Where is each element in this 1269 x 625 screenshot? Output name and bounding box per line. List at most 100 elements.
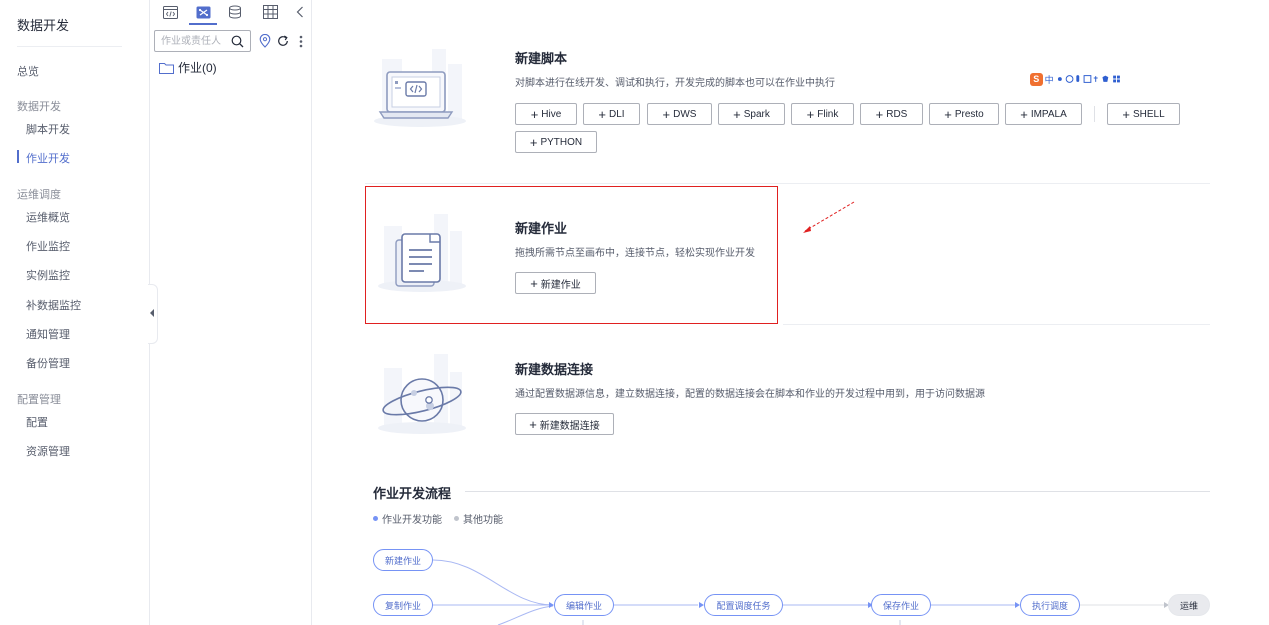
legend-main-label: 作业开发功能 (382, 515, 442, 526)
plus-icon: + (530, 275, 538, 291)
plus-icon: + (944, 106, 952, 122)
tree-tab-script[interactable] (158, 3, 182, 21)
tree-node-jobs[interactable]: 作业(0) (159, 59, 217, 76)
new-python-script-button[interactable]: + PYTHON (515, 131, 597, 153)
flow-node-new-job[interactable]: 新建作业 (373, 549, 433, 571)
section-divider (365, 183, 1210, 184)
plus-icon: + (530, 106, 539, 122)
tree-node-label: 作业(0) (178, 61, 217, 75)
ime-logo[interactable]: S (1030, 72, 1043, 86)
script-card-title: 新建脚本 (515, 51, 568, 66)
left-nav: 数据开发 总览 数据开发 脚本开发 作业开发 运维调度 运维概览 作业监控 实例… (0, 0, 150, 625)
nav-group-config: 配置管理 (17, 394, 61, 406)
legend-other-dot (454, 516, 459, 521)
new-hive-script-button[interactable]: + Hive (515, 103, 577, 125)
plus-icon: + (733, 106, 741, 122)
button-group-divider (1094, 106, 1095, 122)
button-label: 新建作业 (540, 279, 581, 291)
app: 数据开发 总览 数据开发 脚本开发 作业开发 运维调度 运维概览 作业监控 实例… (0, 0, 1269, 625)
tree-tab-job[interactable] (189, 3, 217, 25)
nav-group-ops: 运维调度 (17, 189, 61, 201)
flow-node-save-job[interactable]: 保存作业 (871, 594, 931, 616)
tree-tab-table[interactable] (258, 3, 282, 21)
nav-item-overview[interactable]: 总览 (17, 63, 39, 79)
button-label: DWS (673, 108, 697, 120)
job-card-desc: 拖拽所需节点至画布中，连接节点，轻松实现作业开发 (515, 248, 755, 259)
nav-item-backup-mgmt[interactable]: 备份管理 (26, 355, 70, 371)
flow-node-copy-job[interactable]: 复制作业 (373, 594, 433, 616)
document-illustration (372, 206, 472, 296)
flow-node-edit-job[interactable]: 编辑作业 (554, 594, 614, 616)
nav-item-script-dev[interactable]: 脚本开发 (26, 121, 70, 137)
plus-icon: + (806, 106, 815, 122)
more-vertical-icon[interactable] (299, 35, 303, 48)
button-label: RDS (886, 108, 908, 120)
legend-main: 作业开发功能 (373, 511, 442, 526)
ime-lang[interactable]: 中 (1045, 73, 1054, 86)
main-content: 新建脚本 对脚本进行在线开发、调试和执行，开发完成的脚本也可以在作业中执行 S … (313, 0, 1269, 625)
nav-item-notify-mgmt[interactable]: 通知管理 (26, 326, 70, 342)
nav-item-job-monitor[interactable]: 作业监控 (26, 238, 70, 254)
button-label: SHELL (1132, 108, 1165, 120)
legend-other: 其他功能 (454, 511, 503, 526)
flow-node-run-schedule[interactable]: 执行调度 (1020, 594, 1080, 616)
job-card-title: 新建作业 (515, 221, 568, 236)
plus-icon: + (598, 106, 607, 122)
plus-icon: + (529, 134, 538, 150)
nav-item-resource-mgmt[interactable]: 资源管理 (26, 443, 70, 459)
plus-icon: + (529, 416, 537, 432)
button-label: Flink (817, 108, 839, 120)
new-connection-button[interactable]: + 新建数据连接 (515, 413, 614, 435)
ime-toolbar: S 中 (1030, 72, 1135, 86)
nav-item-patch-monitor[interactable]: 补数据监控 (26, 297, 81, 313)
annotation-arrow (803, 201, 855, 233)
flow-node-config-schedule[interactable]: 配置调度任务 (704, 594, 783, 616)
flow-node-ops[interactable]: 运维 (1168, 594, 1210, 616)
connection-card-title: 新建数据连接 (515, 362, 594, 377)
new-spark-script-button[interactable]: + Spark (718, 103, 785, 125)
plus-icon: + (1020, 106, 1028, 122)
new-flink-script-button[interactable]: + Flink (791, 103, 854, 125)
flow-title-divider (465, 491, 1210, 492)
tree-tab-bar (150, 0, 312, 26)
flow-section-title: 作业开发流程 (373, 486, 452, 501)
new-job-button[interactable]: + 新建作业 (515, 272, 596, 294)
nav-item-job-dev[interactable]: 作业开发 (26, 150, 70, 166)
flow-connectors (432, 559, 1169, 625)
new-dli-script-button[interactable]: + DLI (583, 103, 640, 125)
button-label: 新建数据连接 (539, 420, 600, 432)
tree-search-input[interactable] (155, 31, 227, 51)
job-flow-icon (196, 6, 210, 18)
nav-item-ops-overview[interactable]: 运维概览 (26, 209, 70, 225)
ime-tools-icon[interactable] (1056, 74, 1135, 84)
folder-icon (159, 62, 174, 74)
button-label: IMPALA (1030, 108, 1067, 120)
tree-collapse-button[interactable] (288, 3, 312, 21)
new-dws-script-button[interactable]: + DWS (647, 103, 712, 125)
nav-item-config[interactable]: 配置 (26, 414, 48, 430)
nav-divider (17, 46, 122, 47)
locate-icon[interactable] (259, 34, 271, 48)
database-icon (229, 5, 241, 19)
refresh-icon[interactable] (277, 35, 289, 47)
new-impala-script-button[interactable]: + IMPALA (1005, 103, 1082, 125)
document-stack-icon (378, 214, 466, 292)
planet-illustration (372, 348, 472, 438)
button-label: Presto (954, 108, 984, 120)
new-shell-script-button[interactable]: + SHELL (1107, 103, 1180, 125)
tree-tab-database[interactable] (223, 3, 247, 21)
plus-icon: + (875, 106, 884, 122)
code-file-icon (162, 5, 178, 19)
plus-icon: + (662, 106, 671, 122)
tree-search-box (154, 30, 251, 52)
script-card-desc: 对脚本进行在线开发、调试和执行，开发完成的脚本也可以在作业中执行 (515, 78, 835, 89)
nav-item-instance-monitor[interactable]: 实例监控 (26, 267, 70, 283)
laptop-illustration (372, 44, 472, 134)
plus-icon: + (1122, 106, 1130, 122)
search-icon[interactable] (231, 35, 244, 48)
new-presto-script-button[interactable]: + Presto (929, 103, 999, 125)
legend-main-dot (373, 516, 378, 521)
legend-other-label: 其他功能 (463, 515, 503, 526)
new-rds-script-button[interactable]: + RDS (860, 103, 923, 125)
planet-connection-icon (378, 354, 466, 434)
